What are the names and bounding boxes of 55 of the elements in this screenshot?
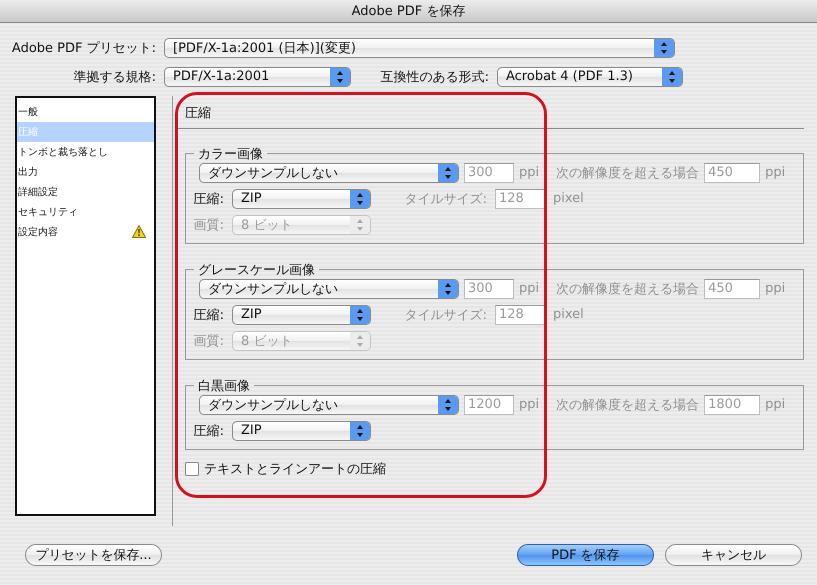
section-title: 圧縮 bbox=[185, 106, 211, 121]
category-item[interactable]: セキュリティ bbox=[17, 202, 154, 222]
checkbox-label: テキストとラインアートの圧縮 bbox=[204, 460, 386, 478]
threshold-label: 次の解像度を超える場合 bbox=[556, 396, 700, 414]
threshold-label: 次の解像度を超える場合 bbox=[556, 164, 700, 182]
compatibility-label: 互換性のある形式: bbox=[380, 68, 489, 86]
compatibility-popup[interactable]: Acrobat 4 (PDF 1.3) bbox=[497, 66, 683, 87]
group-title: 白黒画像 bbox=[197, 378, 251, 395]
unit-label: ppi bbox=[519, 397, 540, 412]
compression-popup[interactable]: ZIP bbox=[232, 188, 371, 209]
preset-label: Adobe PDF プリセット: bbox=[10, 40, 156, 57]
compression-popup[interactable]: ZIP bbox=[232, 420, 371, 441]
compression-popup[interactable]: ZIP bbox=[232, 304, 371, 325]
stepper-arrows-icon bbox=[350, 422, 370, 440]
quality-label: 画質: bbox=[192, 216, 224, 234]
stepper-arrows-icon bbox=[350, 332, 370, 350]
warning-icon bbox=[132, 225, 146, 238]
preset-popup[interactable]: [PDF/X-1a:2001 (日本)](変更) bbox=[164, 38, 675, 58]
save-pdf-button[interactable]: PDF を保存 bbox=[517, 544, 654, 566]
window-title: Adobe PDF を保存 bbox=[0, 0, 817, 23]
group-title: カラー画像 bbox=[197, 146, 264, 163]
unit-label: ppi bbox=[765, 397, 786, 412]
save-preset-button[interactable]: プリセットを保存... bbox=[25, 544, 162, 566]
category-item[interactable]: 詳細設定 bbox=[17, 182, 154, 202]
quality-label: 画質: bbox=[192, 332, 224, 350]
stepper-arrows-icon bbox=[350, 306, 370, 324]
stepper-arrows-icon bbox=[350, 216, 370, 234]
unit-label: ppi bbox=[519, 281, 540, 296]
checkbox[interactable] bbox=[185, 462, 199, 476]
unit-label: pixel bbox=[553, 191, 584, 206]
threshold-label: 次の解像度を超える場合 bbox=[556, 280, 700, 298]
compression-label: 圧縮: bbox=[192, 190, 224, 208]
stepper-arrows-icon bbox=[438, 164, 458, 182]
tile-size-label: タイルサイズ: bbox=[404, 190, 487, 208]
category-item[interactable]: 設定内容 bbox=[17, 222, 154, 242]
unit-label: ppi bbox=[765, 165, 786, 180]
category-item[interactable]: トンボと裁ち落とし bbox=[17, 142, 154, 162]
group-title: グレースケール画像 bbox=[197, 262, 316, 279]
stepper-arrows-icon bbox=[654, 38, 674, 57]
compression-label: 圧縮: bbox=[192, 422, 224, 440]
unit-label: pixel bbox=[553, 307, 584, 322]
category-item[interactable]: 出力 bbox=[17, 162, 154, 182]
tile-size-label: タイルサイズ: bbox=[404, 306, 487, 324]
unit-label: ppi bbox=[765, 281, 786, 296]
standard-label: 準拠する規格: bbox=[72, 68, 156, 86]
stepper-arrows-icon bbox=[330, 68, 350, 86]
category-item[interactable]: 一般 bbox=[17, 102, 154, 122]
compression-label: 圧縮: bbox=[192, 306, 224, 324]
stepper-arrows-icon bbox=[662, 68, 682, 86]
stepper-arrows-icon bbox=[350, 190, 370, 208]
standard-popup[interactable]: PDF/X-1a:2001 bbox=[164, 66, 351, 87]
stepper-arrows-icon bbox=[438, 280, 458, 298]
cancel-button[interactable]: キャンセル bbox=[665, 544, 802, 566]
unit-label: ppi bbox=[519, 165, 540, 180]
stepper-arrows-icon bbox=[438, 396, 458, 414]
